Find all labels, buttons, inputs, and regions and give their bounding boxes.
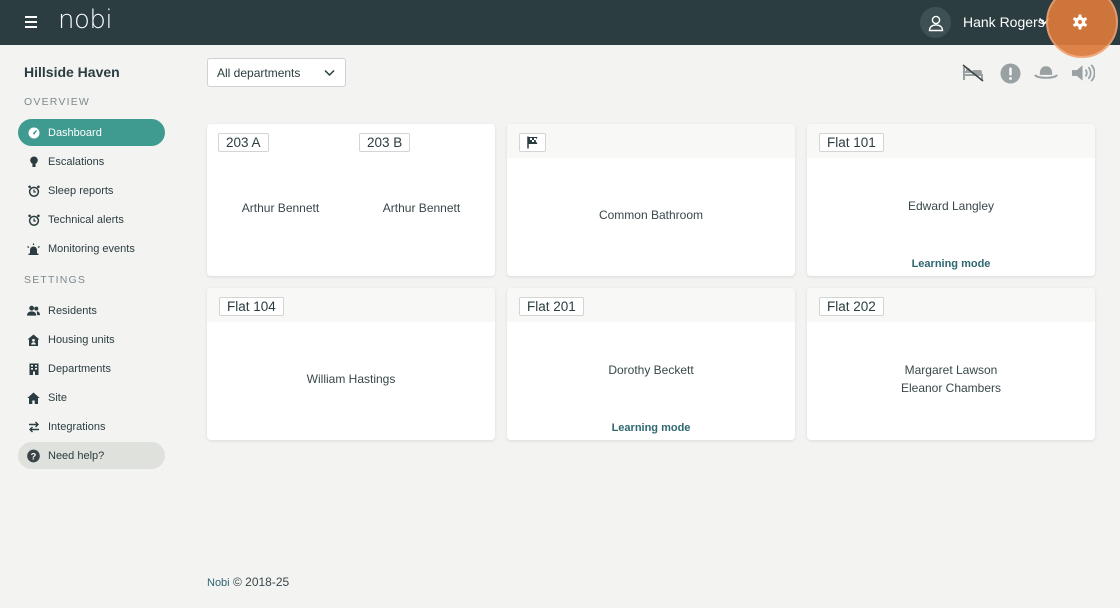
chevron-down-icon (324, 69, 335, 77)
sidebar-item-label: Housing units (48, 333, 115, 346)
user-name[interactable]: Hank Rogers (963, 14, 1045, 30)
sidebar-item-site[interactable]: Site (18, 384, 165, 411)
bulb-icon (27, 155, 40, 168)
resident-name: Edward Langley (907, 199, 995, 213)
sidebar-item-integrations[interactable]: Integrations (18, 413, 165, 440)
house-user-icon (27, 333, 40, 346)
alarm-clock-icon (27, 213, 40, 226)
alarm-clock-icon (27, 184, 40, 197)
room-name: Common Bathroom (598, 208, 704, 222)
sidebar-item-label: Sleep reports (48, 184, 114, 197)
bed-icon[interactable] (961, 61, 985, 85)
room-tag: Flat 104 (219, 297, 284, 316)
sidebar-item-dashboard[interactable]: Dashboard (18, 119, 165, 146)
need-help-button[interactable]: ? Need help? (18, 442, 165, 469)
room-card[interactable]: Flat 101 Edward Langley Learning mode (807, 124, 1095, 276)
sidebar-item-housing-units[interactable]: Housing units (18, 326, 165, 353)
learning-mode-status: Learning mode (911, 258, 991, 270)
sidebar: Hillside Haven OVERVIEW Dashboard Escala… (0, 45, 183, 608)
sidebar-item-label: Technical alerts (48, 213, 124, 226)
resident-name: William Hastings (306, 372, 396, 386)
room-card[interactable]: Flat 104 William Hastings (207, 288, 495, 440)
learning-mode-status: Learning mode (611, 422, 691, 434)
svg-text:?: ? (31, 451, 37, 461)
sidebar-item-escalations[interactable]: Escalations (18, 148, 165, 175)
room-card[interactable]: Common Bathroom (507, 124, 795, 276)
sidebar-item-label: Residents (48, 304, 97, 317)
settings-section-label: SETTINGS (24, 274, 87, 286)
home-icon (27, 391, 40, 404)
room-tag: 203 B (359, 133, 411, 152)
sidebar-item-monitoring-events[interactable]: Monitoring events (18, 235, 165, 262)
gear-icon[interactable] (1070, 12, 1090, 32)
resident-name: Dorothy Beckett (608, 363, 694, 377)
need-help-label: Need help? (48, 449, 105, 462)
arrows-swap-icon (27, 420, 40, 433)
sidebar-item-label: Monitoring events (48, 242, 135, 255)
room-tag: Flat 202 (819, 297, 884, 316)
sidebar-item-departments[interactable]: Departments (18, 355, 165, 382)
footer: Nobi © 2018-25 (207, 575, 289, 589)
site-title: Hillside Haven (24, 64, 120, 80)
sidebar-item-label: Departments (48, 362, 111, 375)
resident-name: Arthur Bennett (241, 201, 320, 215)
sidebar-item-residents[interactable]: Residents (18, 297, 165, 324)
overview-section-label: OVERVIEW (24, 96, 91, 108)
room-tag: Flat 101 (819, 133, 884, 152)
sidebar-item-label: Escalations (48, 155, 105, 168)
room-card[interactable]: Flat 201 Dorothy Beckett Learning mode (507, 288, 795, 440)
sidebar-item-label: Site (48, 391, 67, 404)
room-card[interactable]: Flat 202 Margaret Lawson Eleanor Chamber… (807, 288, 1095, 440)
footer-brand-link[interactable]: Nobi (207, 577, 230, 589)
room-tag: 203 A (218, 133, 269, 152)
siren-icon (27, 242, 40, 255)
footer-copyright: © 2018-25 (232, 575, 290, 589)
gauge-icon (27, 126, 40, 139)
resident-name: Eleanor Chambers (900, 381, 1002, 395)
room-tag: Flat 201 (519, 297, 584, 316)
sidebar-item-technical-alerts[interactable]: Technical alerts (18, 206, 165, 233)
volume-icon[interactable] (1071, 61, 1095, 85)
menu-icon[interactable] (22, 13, 42, 33)
top-bar: nobi Hank Rogers (0, 0, 1120, 58)
sidebar-item-sleep-reports[interactable]: Sleep reports (18, 177, 165, 204)
card-header (507, 124, 795, 158)
alert-circle-icon[interactable] (998, 61, 1022, 85)
department-select-value: All departments (217, 66, 301, 80)
resident-name: Margaret Lawson (904, 363, 998, 377)
users-icon (27, 304, 40, 317)
flag-icon (519, 133, 546, 152)
resident-name: Arthur Bennett (382, 201, 461, 215)
room-card[interactable]: 203 A 203 B Arthur Bennett Arthur Bennet… (207, 124, 495, 276)
sidebar-item-label: Dashboard (48, 126, 102, 139)
building-icon (27, 362, 40, 375)
hat-icon[interactable] (1034, 61, 1058, 85)
question-circle-icon: ? (27, 449, 40, 462)
department-select[interactable]: All departments (207, 58, 346, 87)
logo[interactable]: nobi (58, 5, 113, 35)
sidebar-item-label: Integrations (48, 420, 106, 433)
user-icon[interactable] (920, 7, 951, 38)
